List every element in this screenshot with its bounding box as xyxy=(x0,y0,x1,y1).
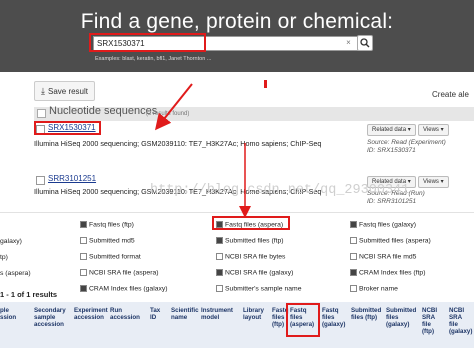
highlight-fastq-aspera-column xyxy=(286,303,320,337)
option-label: Submitted files (ftp) xyxy=(225,237,284,245)
checkbox[interactable] xyxy=(80,221,87,228)
search-examples: Examples: blast, keratin, bfl1, Janet Th… xyxy=(95,56,212,62)
column-header[interactable]: Secondary sample accession xyxy=(34,307,66,328)
checkbox[interactable] xyxy=(350,221,357,228)
result-description: Illumina HiSeq 2000 sequencing; GSM20391… xyxy=(34,139,322,148)
result-source: Source: Read (Experiment) xyxy=(367,139,446,146)
search-icon xyxy=(360,38,370,48)
section-count: (2 results found) xyxy=(146,111,190,117)
option-submitted-md5[interactable]: Submitted md5 xyxy=(80,237,135,244)
column-header[interactable]: Library layout xyxy=(243,307,264,321)
search-button[interactable] xyxy=(357,35,373,51)
column-header[interactable]: NCBI SRA file (ftp) xyxy=(422,307,437,335)
clear-search-icon[interactable]: × xyxy=(344,38,353,47)
option-label: NCBI SRA file md5 xyxy=(359,253,417,261)
option-label: NCBI SRA file (galaxy) xyxy=(225,269,294,277)
column-header[interactable]: ple ssion xyxy=(0,307,16,321)
option-label: Submitted format xyxy=(89,253,141,261)
column-header[interactable]: Submitted files (galaxy) xyxy=(386,307,416,328)
result-source-id: ID: SRX1530371 xyxy=(367,147,416,154)
column-header[interactable]: NCBI SRA file (galaxy) xyxy=(449,307,472,335)
option-label: Submitted files (aspera) xyxy=(359,237,431,245)
option-label: CRAM Index files (galaxy) xyxy=(89,285,168,293)
option-cram-galaxy[interactable]: CRAM Index files (galaxy) xyxy=(80,285,168,292)
related-data-dropdown[interactable]: Related data ▾ xyxy=(367,124,416,136)
option-fastq-galaxy[interactable]: Fastq files (galaxy) xyxy=(350,221,416,228)
download-icon: ⤓ xyxy=(41,86,45,96)
option-fastq-ftp[interactable]: Fastq files (ftp) xyxy=(80,221,134,228)
checkbox[interactable] xyxy=(80,269,87,276)
checkbox[interactable] xyxy=(350,237,357,244)
checkbox[interactable] xyxy=(80,285,87,292)
option-label: Submitter's sample name xyxy=(225,285,302,293)
option-label: CRAM Index files (ftp) xyxy=(359,269,426,277)
save-result-label: Save result xyxy=(47,87,89,96)
checkbox[interactable] xyxy=(216,237,223,244)
option-label: galaxy) xyxy=(0,238,22,245)
result-link[interactable]: SRR3101251 xyxy=(48,174,96,183)
column-header[interactable]: Tax ID xyxy=(150,307,160,321)
highlight-result-id xyxy=(34,121,101,135)
section-title: Nucleotide sequences xyxy=(49,105,158,117)
column-header[interactable]: Submitted files (ftp) xyxy=(351,307,381,321)
option-label: s (aspera) xyxy=(0,270,31,277)
option-sra-md5[interactable]: NCBI SRA file md5 xyxy=(350,253,416,260)
option-sra-aspera[interactable]: NCBI SRA file (aspera) xyxy=(80,269,159,276)
option-sample-name[interactable]: Submitter's sample name xyxy=(216,285,301,292)
option-broker-name[interactable]: Broker name xyxy=(350,285,398,292)
results-count: 1 - 1 of 1 results xyxy=(0,290,58,299)
option-sra-galaxy[interactable]: NCBI SRA file (galaxy) xyxy=(216,269,293,276)
result-checkbox[interactable] xyxy=(36,176,45,185)
option-label: Fastq files (ftp) xyxy=(89,221,134,229)
option-label: tp) xyxy=(0,254,8,261)
checkbox[interactable] xyxy=(216,269,223,276)
option-sra-bytes[interactable]: NCBI SRA file bytes xyxy=(216,253,285,260)
option-label: Fastq files (galaxy) xyxy=(359,221,417,229)
create-alert-link[interactable]: Create ale xyxy=(432,90,469,99)
divider xyxy=(0,212,474,213)
column-header[interactable]: Run accession xyxy=(110,307,140,321)
option-submitted-format[interactable]: Submitted format xyxy=(80,253,141,260)
option-label: NCBI SRA file (aspera) xyxy=(89,269,159,277)
checkbox[interactable] xyxy=(350,269,357,276)
section-checkbox[interactable] xyxy=(37,109,46,118)
column-header[interactable]: Experiment accession xyxy=(74,307,108,321)
banner-title: Find a gene, protein or chemical: xyxy=(80,10,394,33)
option-submitted-aspera[interactable]: Submitted files (aspera) xyxy=(350,237,431,244)
option-label: Submitted md5 xyxy=(89,237,135,245)
option-cram-ftp[interactable]: CRAM Index files (ftp) xyxy=(350,269,425,276)
checkbox[interactable] xyxy=(350,285,357,292)
save-result-button[interactable]: ⤓ Save result xyxy=(34,81,96,101)
column-header[interactable]: Fastq files (galaxy) xyxy=(322,307,345,328)
checkbox[interactable] xyxy=(216,285,223,292)
views-dropdown[interactable]: Views ▾ xyxy=(418,124,449,136)
checkbox[interactable] xyxy=(350,253,357,260)
checkbox[interactable] xyxy=(80,237,87,244)
red-marker xyxy=(264,80,267,88)
highlight-search-box xyxy=(89,33,206,52)
option-label: NCBI SRA file bytes xyxy=(225,253,286,261)
column-header[interactable]: Instrument model xyxy=(201,307,233,321)
option-submitted-ftp[interactable]: Submitted files (ftp) xyxy=(216,237,284,244)
option-label: Broker name xyxy=(359,285,398,293)
views-dropdown[interactable]: Views ▾ xyxy=(418,176,449,188)
checkbox[interactable] xyxy=(216,253,223,260)
watermark: http://blog.csdn.net/qq_29300341 xyxy=(150,183,410,198)
result-source-id: ID: SRR3101251 xyxy=(367,198,417,205)
column-header[interactable]: Scientific name xyxy=(171,307,199,321)
checkbox[interactable] xyxy=(80,253,87,260)
highlight-fastq-aspera xyxy=(212,216,290,230)
